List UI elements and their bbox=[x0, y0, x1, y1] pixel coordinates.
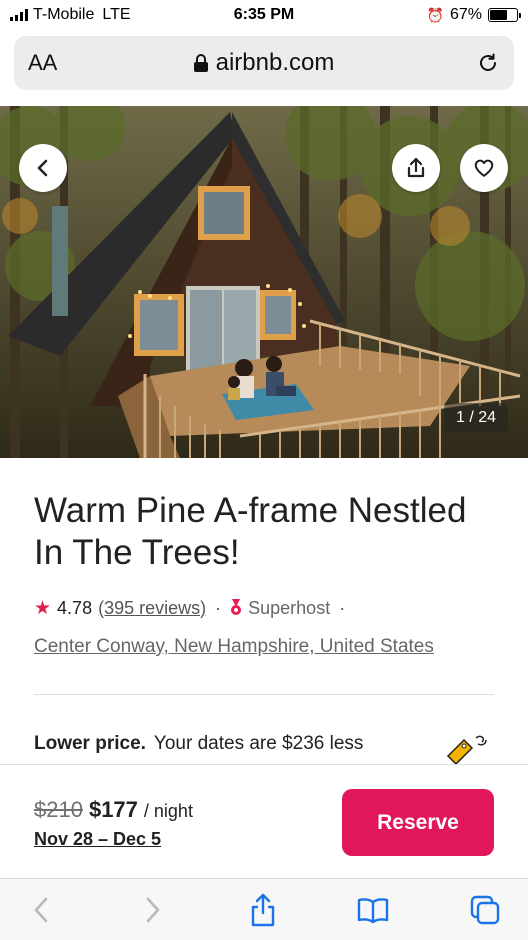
section-divider bbox=[34, 694, 494, 695]
reload-button[interactable] bbox=[460, 51, 500, 75]
share-icon bbox=[407, 157, 425, 178]
rating-value: 4.78 bbox=[57, 597, 93, 618]
listing-title: Warm Pine A-frame Nestled In The Trees! bbox=[34, 491, 467, 572]
tabs-button[interactable] bbox=[468, 893, 502, 927]
alarm-icon: ⏰ bbox=[426, 6, 444, 23]
separator-dot: · bbox=[339, 597, 346, 618]
selected-dates-link[interactable]: Nov 28 – Dec 5 bbox=[34, 829, 161, 850]
lock-icon bbox=[193, 54, 208, 72]
carrier-name: T-Mobile bbox=[33, 6, 95, 23]
share-button[interactable] bbox=[392, 144, 440, 192]
original-price: $210 bbox=[34, 797, 83, 822]
browser-back-button[interactable] bbox=[24, 893, 58, 927]
promo-headline: Lower price. bbox=[34, 733, 146, 754]
listing-meta: ★ 4.78 (395 reviews) · Superhost · bbox=[34, 596, 354, 620]
per-night-label: / night bbox=[143, 801, 193, 821]
listing-photo[interactable]: 1 / 24 bbox=[0, 106, 528, 458]
star-icon: ★ bbox=[34, 597, 52, 619]
signal-icon bbox=[10, 9, 28, 21]
text-size-label: AA bbox=[28, 50, 58, 75]
location-link[interactable]: Center Conway, New Hampshire, United Sta… bbox=[34, 636, 434, 658]
reload-icon bbox=[480, 53, 496, 71]
photo-counter: 1 / 24 bbox=[444, 403, 508, 433]
share-icon bbox=[251, 893, 275, 927]
back-button[interactable] bbox=[19, 144, 67, 192]
book-icon bbox=[357, 898, 389, 924]
status-bar: T-Mobile LTE 6:35 PM ⏰ 67% bbox=[0, 0, 528, 30]
url-text: airbnb.com bbox=[215, 49, 335, 76]
discounted-price: $177 bbox=[88, 797, 138, 822]
browser-forward-button[interactable] bbox=[136, 893, 170, 927]
bookmarks-button[interactable] bbox=[356, 893, 390, 927]
price-row: $210 $177 / night bbox=[34, 797, 193, 823]
heart-icon bbox=[474, 159, 494, 177]
reviews-link[interactable]: (395 reviews) bbox=[98, 598, 206, 619]
reserve-button[interactable]: Reserve bbox=[342, 789, 494, 856]
battery-icon bbox=[488, 8, 521, 22]
battery-percent: 67% bbox=[449, 6, 482, 23]
separator-dot: · bbox=[215, 597, 222, 618]
url-field[interactable]: airbnb.com bbox=[68, 49, 460, 77]
price-promo: Lower price. Your dates are $236 less bbox=[34, 733, 363, 755]
save-to-wishlist-button[interactable] bbox=[460, 144, 508, 192]
reserve-bar: $210 $177 / night Nov 28 – Dec 5 Reserve bbox=[0, 764, 528, 878]
tabs-icon bbox=[470, 895, 500, 925]
chevron-left-icon bbox=[37, 159, 48, 177]
browser-toolbar bbox=[0, 878, 528, 940]
chevron-left-icon bbox=[34, 897, 48, 923]
superhost-label: Superhost bbox=[248, 597, 331, 618]
promo-text: Your dates are $236 less bbox=[153, 733, 364, 754]
superhost-medal-icon bbox=[230, 599, 242, 617]
browser-share-button[interactable] bbox=[246, 893, 280, 927]
address-bar[interactable]: AA airbnb.com bbox=[14, 36, 514, 90]
network-type: LTE bbox=[102, 6, 131, 23]
text-size-button[interactable]: AA bbox=[28, 50, 68, 76]
chevron-right-icon bbox=[146, 897, 160, 923]
